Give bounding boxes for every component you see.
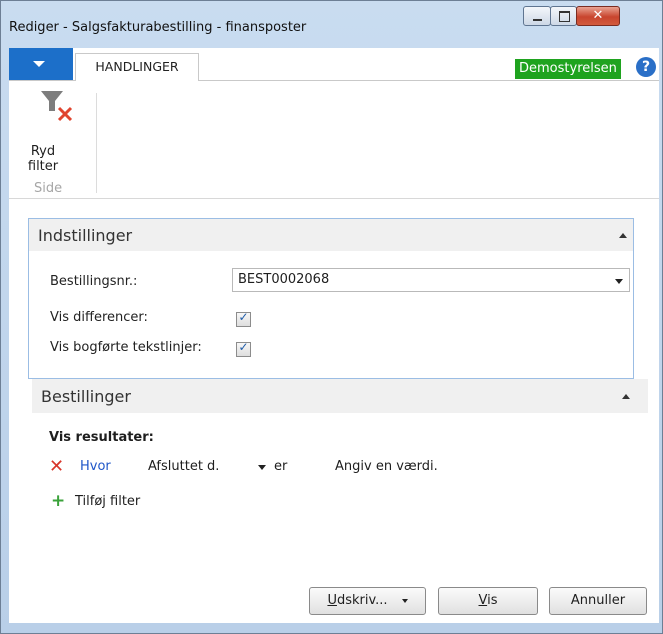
clear-filter-label: Ryd filter bbox=[24, 144, 62, 174]
show-text-checkbox[interactable]: ✓ bbox=[236, 340, 251, 357]
options-fasttab: Indstillinger Bestillingsnr.: BEST000206… bbox=[28, 218, 634, 379]
clear-filter-button[interactable]: Ryd filter bbox=[21, 87, 81, 179]
clear-filter-icon bbox=[41, 91, 73, 122]
options-header[interactable]: Indstillinger bbox=[29, 219, 633, 251]
plus-icon: + bbox=[51, 491, 66, 511]
dropdown-arrow-icon bbox=[33, 61, 45, 67]
checkmark-icon: ✓ bbox=[238, 340, 249, 354]
checkmark-icon: ✓ bbox=[238, 310, 249, 324]
chevron-down-icon[interactable] bbox=[258, 465, 266, 470]
orders-header[interactable]: Bestillinger bbox=[32, 379, 648, 413]
cancel-button[interactable]: Annuller bbox=[549, 587, 647, 615]
filter-value-input[interactable]: Angiv en værdi. bbox=[335, 459, 438, 474]
print-button-label: dskriv... bbox=[336, 593, 388, 608]
maximize-icon bbox=[559, 11, 570, 22]
show-diff-checkbox[interactable]: ✓ bbox=[236, 310, 251, 327]
order-no-combo[interactable]: BEST0002068 bbox=[232, 268, 630, 292]
remove-filter-icon[interactable]: ✕ bbox=[49, 458, 64, 476]
maximize-button[interactable] bbox=[550, 6, 577, 26]
help-icon[interactable]: ? bbox=[636, 57, 656, 77]
orders-title: Bestillinger bbox=[41, 387, 131, 406]
application-menu-button[interactable] bbox=[9, 48, 73, 80]
show-diff-label: Vis differencer: bbox=[50, 310, 148, 325]
tab-actions[interactable]: HANDLINGER bbox=[75, 53, 199, 81]
filter-field[interactable]: Afsluttet d. bbox=[148, 459, 219, 474]
clear-filter-label-line1: Ryd bbox=[30, 144, 56, 159]
vis-button-label: is bbox=[487, 593, 498, 608]
results-label: Vis resultater: bbox=[49, 430, 154, 445]
close-icon: ✕ bbox=[592, 8, 604, 23]
show-text-label: Vis bogførte tekstlinjer: bbox=[50, 340, 202, 355]
vis-button[interactable]: Vis bbox=[438, 587, 538, 615]
collapse-icon[interactable] bbox=[622, 394, 630, 399]
ribbon-separator bbox=[96, 93, 97, 193]
ribbon-tab-bar: HANDLINGER Demostyrelsen ? bbox=[9, 48, 659, 81]
title-bar[interactable]: Rediger - Salgsfakturabestilling - finan… bbox=[1, 1, 662, 47]
ribbon-group-label: Side bbox=[34, 181, 63, 196]
filter-operator: er bbox=[274, 459, 288, 474]
minimize-icon bbox=[533, 19, 542, 21]
minimize-button[interactable] bbox=[523, 6, 551, 26]
clear-filter-label-line2: filter bbox=[27, 159, 59, 174]
chevron-down-icon bbox=[401, 598, 408, 603]
collapse-icon[interactable] bbox=[619, 233, 627, 238]
window-title: Rediger - Salgsfakturabestilling - finan… bbox=[9, 20, 307, 35]
print-button-mnemonic: U bbox=[327, 593, 337, 608]
filter-row: ✕ Hvor Afsluttet d. er Angiv en værdi. bbox=[49, 458, 499, 478]
order-no-value: BEST0002068 bbox=[238, 272, 330, 287]
close-button[interactable]: ✕ bbox=[576, 6, 620, 26]
company-badge: Demostyrelsen bbox=[515, 59, 621, 79]
order-no-label: Bestillingsnr.: bbox=[50, 274, 138, 289]
chevron-down-icon[interactable] bbox=[615, 279, 623, 284]
filter-where: Hvor bbox=[80, 459, 111, 474]
print-button[interactable]: Udskriv... bbox=[309, 587, 426, 615]
vis-button-mnemonic: V bbox=[478, 593, 488, 608]
options-title: Indstillinger bbox=[38, 226, 133, 245]
add-filter-label: Tilføj filter bbox=[75, 494, 141, 509]
ribbon-panel: Ryd filter Side bbox=[9, 81, 659, 199]
